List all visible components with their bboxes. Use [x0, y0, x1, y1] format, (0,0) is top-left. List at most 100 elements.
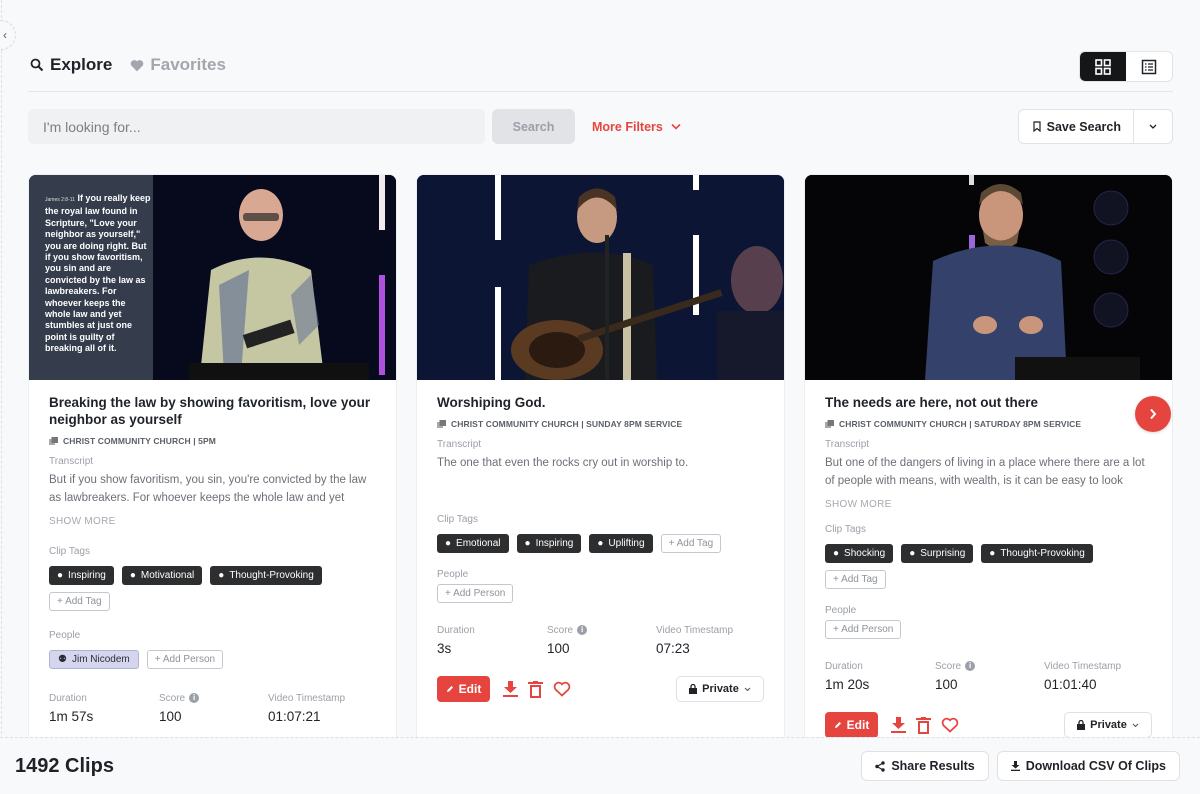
- heart-icon: [131, 59, 144, 71]
- add-person-button[interactable]: + Add Person: [146, 650, 224, 669]
- edit-label: Edit: [458, 682, 482, 696]
- scripture-text: If you really keep the royal law found i…: [45, 193, 151, 354]
- add-person-button[interactable]: + Add Person: [437, 584, 514, 603]
- person-chip[interactable]: ⚉ Jim Nicodem: [49, 650, 139, 669]
- privacy-label: Private: [1090, 719, 1127, 731]
- clip-count: 1492 Clips: [15, 755, 114, 777]
- clip-title[interactable]: Breaking the law by showing favoritism, …: [49, 394, 376, 428]
- duration-value: 3s: [437, 641, 452, 656]
- share-results-button[interactable]: Share Results: [861, 751, 989, 781]
- chevron-left-icon: ‹: [3, 28, 7, 42]
- info-icon[interactable]: i: [189, 693, 200, 704]
- tag-icon: ●: [445, 538, 452, 549]
- duration-label: Duration: [437, 625, 475, 636]
- tag-icon: ●: [833, 548, 840, 559]
- clip-tags-label: Clip Tags: [825, 524, 866, 535]
- tab-explore[interactable]: Explore: [30, 55, 112, 75]
- clip-title[interactable]: Worshiping God.: [437, 394, 764, 411]
- pencil-icon: [446, 686, 453, 692]
- more-filters-label: More Filters: [592, 119, 663, 134]
- search-icon: [30, 58, 44, 72]
- add-tag-button[interactable]: + Add Tag: [49, 592, 110, 611]
- privacy-dropdown[interactable]: Private: [676, 676, 764, 702]
- edit-button[interactable]: Edit: [437, 676, 490, 702]
- show-more-link[interactable]: SHOW MORE: [825, 499, 1152, 510]
- collection-icon: [437, 420, 446, 428]
- chevron-down-icon: [1132, 723, 1139, 727]
- save-search-button[interactable]: Save Search: [1019, 110, 1134, 143]
- clip-thumbnail[interactable]: [417, 175, 784, 380]
- list-icon: [1141, 59, 1157, 74]
- tag-chip[interactable]: ● Thought-Provoking: [981, 544, 1093, 563]
- tag-icon: ●: [524, 538, 531, 549]
- tag-label: Thought-Provoking: [1000, 548, 1085, 559]
- clip-card: James 2:8-11 If you really keep the roya…: [28, 174, 397, 737]
- tag-chip[interactable]: ● Thought-Provoking: [210, 566, 322, 585]
- lock-icon: [1077, 720, 1086, 730]
- clip-tags-label: Clip Tags: [49, 546, 90, 557]
- download-icon[interactable]: [891, 717, 906, 733]
- tag-chip[interactable]: ● Emotional: [437, 534, 509, 553]
- lock-icon: [689, 684, 698, 694]
- tag-label: Inspiring: [535, 538, 574, 549]
- clip-stats: Duration 1m 57s Score i 100 Video Timestamp…: [49, 693, 376, 724]
- search-button[interactable]: Search: [492, 109, 575, 144]
- add-person-button[interactable]: + Add Person: [825, 620, 902, 639]
- edit-label: Edit: [846, 718, 870, 732]
- bookmark-icon: [1033, 121, 1041, 132]
- info-icon[interactable]: i: [965, 661, 976, 672]
- tag-label: Uplifting: [608, 538, 645, 549]
- explore-tabs: Explore Favorites: [30, 55, 226, 75]
- tag-chip[interactable]: ● Uplifting: [589, 534, 653, 553]
- tag-label: Surprising: [920, 548, 966, 559]
- clip-source: CHRIST COMMUNITY CHURCH | SUNDAY 8PM SER…: [437, 419, 764, 429]
- scripture-reference: James 2:8-11: [45, 197, 75, 203]
- save-search-dropdown[interactable]: [1134, 110, 1172, 143]
- clip-thumbnail[interactable]: James 2:8-11 If you really keep the roya…: [29, 175, 396, 380]
- scripture-overlay: James 2:8-11 If you really keep the roya…: [45, 193, 151, 355]
- tab-favorites[interactable]: Favorites: [130, 55, 226, 75]
- tag-chip[interactable]: ● Shocking: [825, 544, 894, 563]
- clip-tags: ● Shocking ● Surprising ● Thought-Provoking…: [825, 544, 1152, 589]
- info-icon[interactable]: i: [577, 625, 588, 636]
- add-tag-button[interactable]: + Add Tag: [825, 570, 886, 589]
- clip-source-text: CHRIST COMMUNITY CHURCH | SUNDAY 8PM SER…: [451, 419, 683, 429]
- download-icon[interactable]: [503, 681, 518, 697]
- chevron-right-icon: [1150, 408, 1157, 420]
- download-csv-label: Download CSV Of Clips: [1025, 759, 1166, 773]
- download-csv-button[interactable]: Download CSV Of Clips: [996, 751, 1180, 781]
- more-filters-button[interactable]: More Filters: [592, 120, 681, 134]
- tag-label: Shocking: [844, 548, 886, 559]
- clip-source-text: CHRIST COMMUNITY CHURCH | SATURDAY 8PM S…: [839, 419, 1082, 429]
- list-view-button[interactable]: [1126, 52, 1172, 81]
- privacy-dropdown[interactable]: Private: [1064, 712, 1152, 737]
- trash-icon[interactable]: [916, 716, 931, 734]
- transcript-label: Transcript: [49, 456, 94, 467]
- clip-title[interactable]: The needs are here, not out there: [825, 394, 1152, 411]
- tag-chip[interactable]: ● Inspiring: [49, 566, 114, 585]
- next-page-button[interactable]: [1135, 396, 1171, 432]
- trash-icon[interactable]: [528, 680, 543, 698]
- tag-chip[interactable]: ● Motivational: [121, 566, 203, 585]
- clip-thumbnail[interactable]: [805, 175, 1172, 380]
- tag-chip[interactable]: ● Surprising: [901, 544, 974, 563]
- tag-icon: ●: [129, 570, 136, 581]
- tag-icon: ●: [989, 548, 996, 559]
- heart-icon[interactable]: [553, 681, 571, 697]
- heart-icon[interactable]: [941, 717, 959, 733]
- view-mode-toggle: [1079, 51, 1173, 82]
- tag-chip[interactable]: ● Inspiring: [516, 534, 582, 553]
- video-frame-preacher-speaking: [805, 175, 1172, 380]
- search-input[interactable]: [28, 109, 485, 144]
- share-results-label: Share Results: [891, 759, 975, 773]
- edit-button[interactable]: Edit: [825, 712, 878, 737]
- tag-icon: ●: [597, 538, 604, 549]
- collapse-sidebar-button[interactable]: ‹: [0, 20, 16, 50]
- people-list: ⚉ Jim Nicodem + Add Person: [49, 650, 376, 669]
- show-more-link[interactable]: SHOW MORE: [49, 516, 376, 527]
- add-tag-button[interactable]: + Add Tag: [660, 534, 722, 553]
- people-list: + Add Person: [825, 620, 1152, 639]
- grid-view-button[interactable]: [1080, 52, 1126, 81]
- people-list: + Add Person: [437, 584, 764, 603]
- clip-actions: Edit Private: [825, 712, 1152, 737]
